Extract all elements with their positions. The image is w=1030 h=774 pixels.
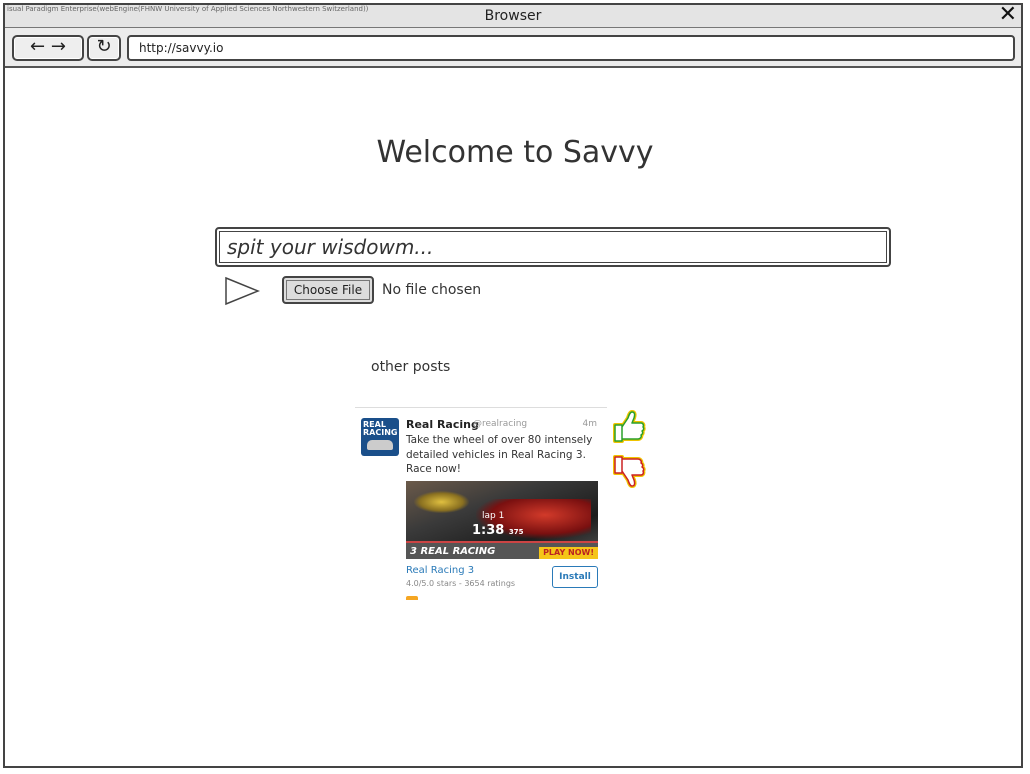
page-title: Welcome to Savvy (376, 135, 654, 170)
post-card: REAL RACING Real Racing @realracing 4m T… (355, 407, 607, 600)
file-status: No file chosen (382, 282, 482, 298)
install-button[interactable]: Install (552, 566, 598, 588)
back-forward-button[interactable]: ← → (12, 35, 84, 61)
thumbs-down-icon[interactable] (611, 453, 647, 489)
play-now-badge[interactable]: PLAY NOW! (539, 547, 598, 559)
app-rating: 4.0/5.0 stars - 3654 ratings (406, 579, 516, 588)
account-handle[interactable]: @realracing (473, 419, 527, 429)
post-input[interactable]: spit your wisdowm... (215, 227, 891, 267)
choose-file-button[interactable]: Choose File (282, 276, 374, 304)
browser-window (3, 3, 1023, 768)
lap-time-ms: 375 (508, 528, 524, 536)
address-bar[interactable]: http://savvy.io (127, 35, 1015, 61)
browser-toolbar: ← → ↻ http://savvy.io (5, 28, 1021, 68)
reload-icon[interactable]: ↻ (87, 35, 121, 61)
avatar-text: REAL RACING (363, 420, 398, 437)
lap-time: 1:38 375 (472, 523, 524, 538)
promoted-icon (406, 596, 418, 600)
window-title: Browser (484, 8, 542, 24)
post-text: Take the wheel of over 80 intensely deta… (406, 434, 593, 475)
send-arrow-icon[interactable] (222, 275, 262, 307)
app-name-link[interactable]: Real Racing 3 (406, 565, 474, 576)
close-icon[interactable]: ✕ (999, 4, 1017, 26)
lap-time-main: 1:38 (472, 523, 505, 538)
post-time: 4m (582, 419, 598, 429)
avatar: REAL RACING (361, 418, 399, 456)
promo-image[interactable]: lap 1 1:38 375 3 REAL RACING PLAY NOW! (406, 481, 598, 559)
title-bar: isual Paradigm Enterprise(webEngine(FHNW… (5, 4, 1021, 28)
account-name[interactable]: Real Racing (406, 418, 479, 431)
lap-label: lap 1 (482, 511, 505, 521)
thumbs-up-icon[interactable] (611, 409, 647, 445)
game-logo: 3 REAL RACING (410, 546, 496, 557)
other-posts-label: other posts (371, 359, 451, 375)
yellow-car-graphic (414, 491, 469, 513)
car-icon (367, 440, 393, 450)
